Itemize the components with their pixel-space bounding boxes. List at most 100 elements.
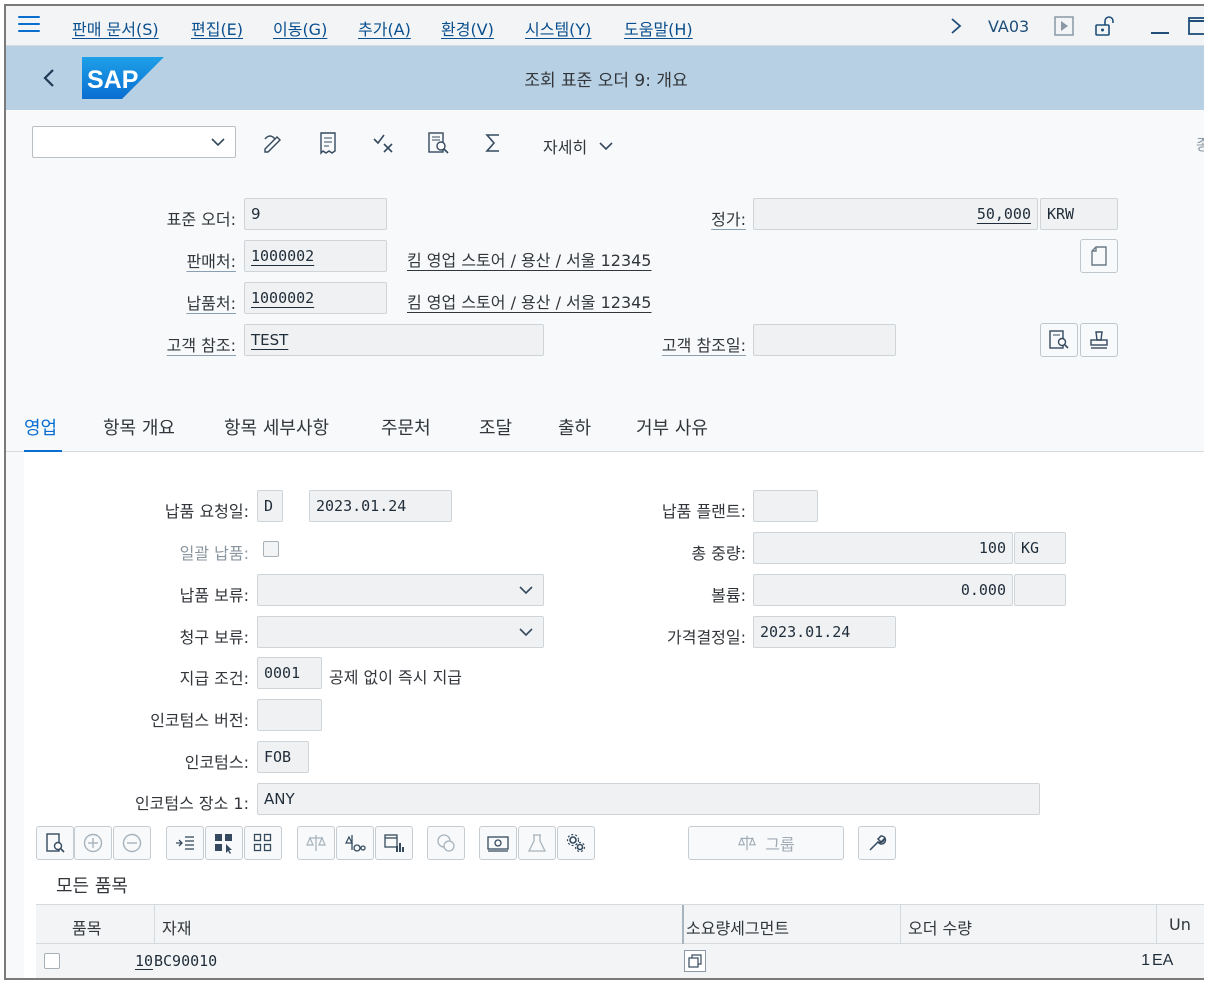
billing-block-dropdown[interactable] bbox=[257, 616, 544, 648]
document-search-button[interactable] bbox=[1040, 323, 1078, 357]
calendar-chart-icon bbox=[384, 834, 404, 852]
tab-ordering-party[interactable]: 주문처 bbox=[381, 414, 431, 440]
minimize-icon[interactable] bbox=[1148, 14, 1172, 38]
check-cancel-icon[interactable] bbox=[370, 130, 396, 156]
tab-procurement[interactable]: 조달 bbox=[479, 414, 512, 440]
payment-terms-field[interactable]: 0001 bbox=[257, 657, 322, 689]
lab-button[interactable] bbox=[518, 826, 556, 860]
item-number-cell[interactable]: 10 bbox=[135, 952, 153, 970]
tab-shipping[interactable]: 출하 bbox=[558, 414, 591, 440]
req-delivery-date-type[interactable]: D bbox=[257, 490, 283, 522]
column-header-segment[interactable]: 소요량세그먼트 bbox=[686, 915, 789, 939]
unlock-icon[interactable] bbox=[1092, 14, 1116, 38]
delivery-block-dropdown[interactable] bbox=[257, 574, 544, 606]
column-header-item[interactable]: 품목 bbox=[72, 915, 101, 939]
menu-help[interactable]: 도움말(H) bbox=[624, 16, 693, 40]
pricing-date-label: 가격결정일: bbox=[667, 628, 746, 647]
material-cell[interactable]: BC90010 bbox=[154, 952, 217, 970]
configuration-button[interactable] bbox=[557, 826, 595, 860]
select-all-button[interactable] bbox=[205, 826, 243, 860]
menu-goto[interactable]: 이동(G) bbox=[273, 16, 327, 40]
net-price-field[interactable]: 50,000 bbox=[753, 198, 1038, 230]
display-change-icon[interactable] bbox=[260, 130, 286, 156]
more-button[interactable]: 자세히 bbox=[543, 134, 615, 158]
order-quantity-cell[interactable]: 1 bbox=[1141, 952, 1150, 970]
chevron-down-icon bbox=[211, 138, 225, 147]
unit-cell[interactable]: EA bbox=[1152, 952, 1173, 970]
delivery-block-label: 납품 보류: bbox=[179, 586, 249, 605]
customer-ref-value: TEST bbox=[251, 331, 289, 349]
tab-item-overview[interactable]: 항목 개요 bbox=[103, 414, 175, 440]
sum-icon[interactable] bbox=[480, 130, 506, 156]
tab-item-detail[interactable]: 항목 세부사항 bbox=[224, 414, 329, 440]
pricing-button[interactable] bbox=[427, 826, 465, 860]
menu-environment[interactable]: 환경(V) bbox=[441, 16, 494, 40]
incoterms-location-field[interactable]: ANY bbox=[257, 783, 1040, 815]
volume-label: 볼륨: bbox=[711, 586, 746, 605]
volume-unit-field[interactable] bbox=[1014, 574, 1066, 606]
customer-ref-field[interactable]: TEST bbox=[244, 324, 544, 356]
row-select-checkbox[interactable] bbox=[44, 953, 60, 969]
incoterms-field[interactable]: FOB bbox=[257, 741, 309, 773]
currency-field[interactable]: KRW bbox=[1040, 198, 1118, 230]
action-select[interactable] bbox=[32, 126, 236, 158]
maximize-icon[interactable] bbox=[1186, 14, 1204, 38]
sold-to-field[interactable]: 1000002 bbox=[244, 240, 387, 272]
add-item-button[interactable] bbox=[74, 826, 112, 860]
customer-ref-label: 고객 참조: bbox=[166, 336, 236, 355]
net-price-label: 정가: bbox=[711, 210, 746, 229]
item-detail-button[interactable] bbox=[36, 826, 74, 860]
tab-reason-for-rejection[interactable]: 거부 사유 bbox=[636, 414, 708, 440]
payment-button[interactable] bbox=[479, 826, 517, 860]
document-search-icon bbox=[46, 833, 65, 853]
document-icon[interactable] bbox=[315, 130, 341, 156]
customer-ref-date-field[interactable] bbox=[753, 324, 896, 356]
delete-item-button[interactable] bbox=[113, 826, 151, 860]
conditions-button[interactable] bbox=[336, 826, 374, 860]
tab-sales[interactable]: 영업 bbox=[24, 414, 57, 440]
scales-button[interactable] bbox=[297, 826, 335, 860]
menu-sales-document[interactable]: 판매 문서(S) bbox=[72, 16, 159, 40]
incoterms-version-field[interactable] bbox=[257, 699, 322, 731]
menu-icon[interactable] bbox=[18, 16, 40, 34]
std-order-field[interactable]: 9 bbox=[244, 198, 387, 230]
menu-extras[interactable]: 추가(A) bbox=[358, 16, 411, 40]
total-weight-field[interactable]: 100 bbox=[753, 532, 1013, 564]
sold-to-label: 판매처: bbox=[186, 252, 236, 271]
req-delivery-date-field[interactable]: 2023.01.24 bbox=[309, 490, 452, 522]
complete-delivery-label: 일괄 납품: bbox=[179, 544, 249, 563]
group-button[interactable]: 그룹 bbox=[688, 826, 844, 860]
table-row[interactable]: 10 BC90010 1 EA bbox=[36, 944, 1204, 978]
column-header-material[interactable]: 자재 bbox=[162, 915, 191, 939]
execute-icon[interactable] bbox=[1052, 14, 1076, 38]
toolbar-edge-text[interactable]: 종 bbox=[1196, 134, 1204, 155]
schedule-lines-button[interactable] bbox=[375, 826, 413, 860]
pricing-date-field[interactable]: 2023.01.24 bbox=[753, 616, 896, 648]
document-copy-button[interactable] bbox=[1080, 239, 1118, 273]
transaction-code[interactable]: VA03 bbox=[988, 17, 1029, 36]
deselect-all-button[interactable] bbox=[244, 826, 282, 860]
segment-value-help-button[interactable] bbox=[684, 950, 706, 972]
column-header-unit[interactable]: Un bbox=[1169, 915, 1191, 934]
copy-icon bbox=[688, 954, 702, 968]
group-label: 그룹 bbox=[765, 835, 795, 854]
column-separator bbox=[154, 905, 155, 945]
scales-icon bbox=[738, 835, 757, 851]
sold-to-description[interactable]: 킴 영업 스토어 / 용산 / 서울 12345 bbox=[407, 247, 651, 271]
weight-unit-field[interactable]: KG bbox=[1014, 532, 1066, 564]
sign-button[interactable] bbox=[1080, 323, 1118, 357]
complete-delivery-checkbox[interactable] bbox=[263, 541, 279, 557]
ship-to-description[interactable]: 킴 영업 스토어 / 용산 / 서울 12345 bbox=[407, 289, 651, 313]
settings-button[interactable] bbox=[858, 826, 896, 860]
customer-ref-date-label: 고객 참조일: bbox=[661, 336, 746, 355]
delivery-plant-field[interactable] bbox=[753, 490, 818, 522]
indent-button[interactable] bbox=[166, 826, 204, 860]
document-search-icon[interactable] bbox=[425, 130, 451, 156]
menu-system[interactable]: 시스템(Y) bbox=[525, 16, 591, 40]
std-order-label: 표준 오더: bbox=[166, 210, 236, 229]
menu-edit[interactable]: 편집(E) bbox=[191, 16, 243, 40]
volume-field[interactable]: 0.000 bbox=[753, 574, 1013, 606]
ship-to-field[interactable]: 1000002 bbox=[244, 282, 387, 314]
chevron-right-icon[interactable] bbox=[944, 14, 968, 38]
column-header-order-quantity[interactable]: 오더 수량 bbox=[908, 915, 972, 939]
